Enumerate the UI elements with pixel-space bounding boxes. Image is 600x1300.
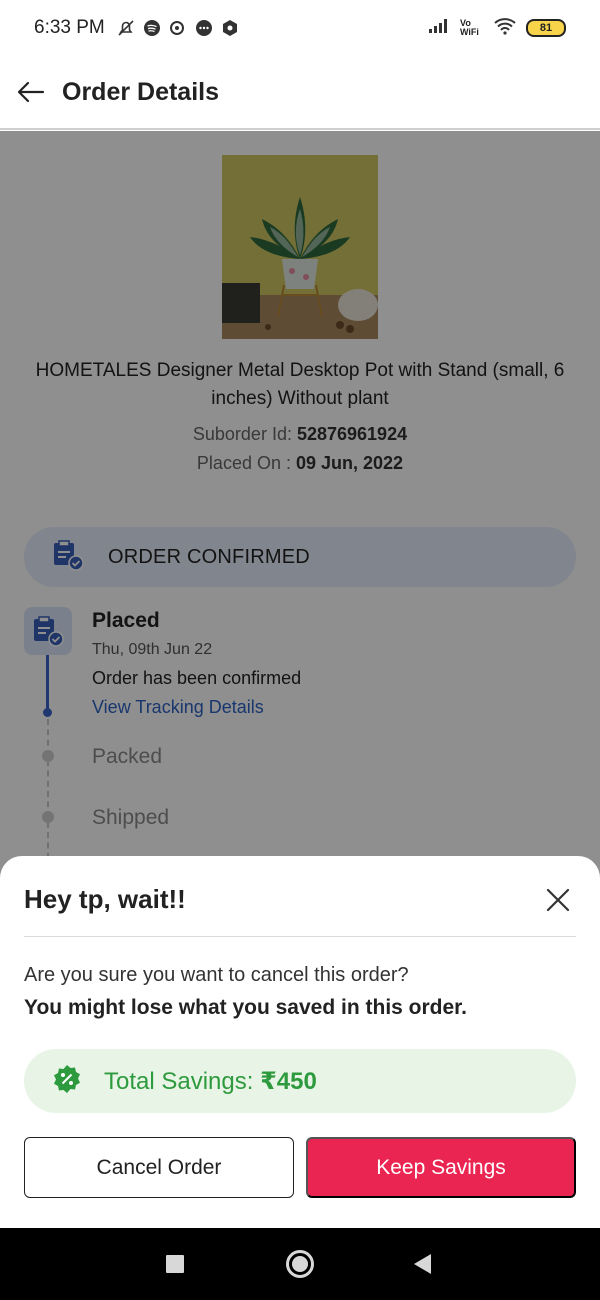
more-notifications-icon: [195, 19, 213, 37]
total-savings-banner: Total Savings: ₹450: [24, 1049, 576, 1113]
status-time: 6:33 PM: [34, 17, 105, 38]
savings-warning: You might lose what you saved in this or…: [24, 996, 468, 1019]
system-nav-bar: [0, 1228, 600, 1300]
discount-badge-icon: [52, 1064, 82, 1099]
status-bar: 6:33 PM Vo WiFi 81: [0, 0, 600, 56]
close-button[interactable]: [542, 884, 574, 916]
chat-icon: [169, 19, 187, 37]
recents-button[interactable]: [166, 1255, 184, 1273]
keep-savings-button[interactable]: Keep Savings: [306, 1137, 576, 1198]
app-header: Order Details: [0, 56, 600, 130]
back-button[interactable]: [16, 77, 46, 107]
system-back-button[interactable]: [414, 1254, 431, 1274]
sheet-divider: [24, 936, 576, 937]
wifi-icon: [494, 17, 516, 40]
app-notification-icon: [221, 19, 239, 37]
close-icon: [546, 888, 570, 912]
sheet-title: Hey tp, wait!!: [24, 884, 186, 914]
total-savings-value: ₹450: [260, 1067, 317, 1095]
total-savings-text: Total Savings: ₹450: [104, 1067, 317, 1096]
battery-indicator: 81: [526, 19, 566, 37]
signal-icon: [428, 18, 450, 39]
notification-icons: [117, 19, 239, 37]
home-icon: [292, 1256, 308, 1272]
cancel-question: Are you sure you want to cancel this ord…: [24, 964, 409, 986]
vowifi-label: Vo WiFi: [460, 18, 479, 37]
cancel-order-sheet: Hey tp, wait!! Are you sure you want to …: [0, 856, 600, 1228]
total-savings-label: Total Savings:: [104, 1067, 254, 1095]
page-title: Order Details: [62, 77, 220, 106]
arrow-left-icon: [17, 81, 45, 103]
cancel-order-button[interactable]: Cancel Order: [24, 1137, 294, 1198]
muted-bell-icon: [117, 19, 135, 37]
home-button[interactable]: [286, 1250, 314, 1278]
system-status: Vo WiFi 81: [428, 17, 566, 40]
spotify-icon: [143, 19, 161, 37]
